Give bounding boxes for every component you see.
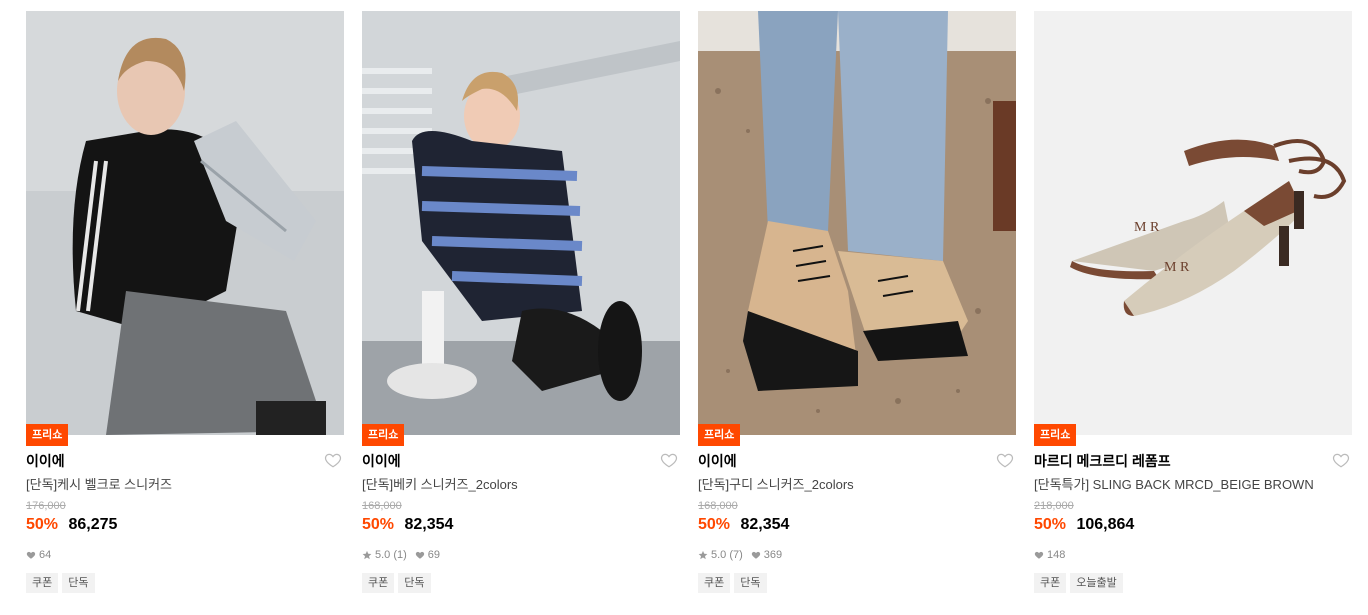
star-icon bbox=[362, 550, 372, 560]
heart-icon[interactable] bbox=[1332, 451, 1350, 469]
heart-icon[interactable] bbox=[324, 451, 342, 469]
star-icon bbox=[698, 550, 708, 560]
heart-filled-icon bbox=[26, 551, 36, 559]
sale-price: 106,864 bbox=[1076, 516, 1135, 533]
heart-filled-icon bbox=[415, 551, 424, 559]
freeshow-badge: 프리쇼 bbox=[26, 424, 69, 446]
product-title[interactable]: [단독]베키 스니커즈_2colors bbox=[362, 475, 680, 495]
original-price: 168,000 bbox=[698, 500, 738, 512]
tag-list: 쿠폰 오늘출발 bbox=[1034, 573, 1352, 593]
tag-list: 쿠폰 단독 bbox=[698, 573, 1016, 593]
likes-count: 148 bbox=[1047, 549, 1066, 561]
sale-price: 86,275 bbox=[68, 516, 118, 533]
heart-filled-icon bbox=[1034, 551, 1044, 559]
product-meta: 이이에 [단독]케시 벨크로 스니커즈 176,000 50% 86,275 6… bbox=[26, 435, 344, 593]
product-stats: 148 bbox=[1034, 547, 1352, 563]
svg-text:M R: M R bbox=[1134, 220, 1160, 235]
heart-icon[interactable] bbox=[660, 451, 678, 469]
discount-rate: 50% bbox=[26, 516, 59, 533]
likes-stat: 64 bbox=[26, 547, 51, 563]
sale-price: 82,354 bbox=[404, 516, 454, 533]
tag-coupon: 쿠폰 bbox=[26, 573, 59, 593]
product-title[interactable]: [단독]케시 벨크로 스니커즈 bbox=[26, 475, 344, 495]
likes-stat: 369 bbox=[751, 547, 782, 563]
rating-stat: 5.0 (7) bbox=[698, 547, 743, 563]
price-row: 50% 86,275 bbox=[26, 513, 344, 537]
product-stats: 64 bbox=[26, 547, 344, 563]
tag-coupon: 쿠폰 bbox=[362, 573, 395, 593]
product-card[interactable]: 프리쇼 이이에 [단독]케시 벨크로 스니커즈 176,000 50% 86,2… bbox=[26, 11, 344, 593]
product-image[interactable]: M R M R bbox=[1034, 11, 1352, 435]
freeshow-badge: 프리쇼 bbox=[362, 424, 405, 446]
product-meta: 이이에 [단독]베키 스니커즈_2colors 168,000 50% 82,3… bbox=[362, 435, 680, 593]
discount-rate: 50% bbox=[698, 516, 731, 533]
product-meta: 마르디 메크르디 레폼프 [단독특가] SLING BACK MRCD_BEIG… bbox=[1034, 435, 1352, 593]
heart-filled-icon bbox=[751, 551, 760, 559]
tag-today-ship: 오늘출발 bbox=[1070, 573, 1123, 593]
price-row: 50% 82,354 bbox=[698, 513, 1016, 537]
likes-stat: 69 bbox=[415, 547, 440, 563]
rating-value: 5.0 (1) bbox=[375, 549, 407, 561]
product-stats: 5.0 (7) 369 bbox=[698, 547, 1016, 563]
product-card[interactable]: 프리쇼 이이에 [단독]베키 스니커즈_2colors 168,000 50% … bbox=[362, 11, 680, 593]
product-title[interactable]: [단독]구디 스니커즈_2colors bbox=[698, 475, 1016, 495]
heart-icon[interactable] bbox=[996, 451, 1014, 469]
product-image[interactable] bbox=[698, 11, 1016, 435]
original-price: 176,000 bbox=[26, 500, 66, 512]
likes-count: 64 bbox=[39, 549, 52, 561]
discount-rate: 50% bbox=[1034, 516, 1067, 533]
tag-list: 쿠폰 단독 bbox=[26, 573, 344, 593]
product-image[interactable] bbox=[362, 11, 680, 435]
brand-name[interactable]: 마르디 메크르디 레폼프 bbox=[1034, 451, 1352, 471]
tag-exclusive: 단독 bbox=[398, 573, 431, 593]
product-title[interactable]: [단독특가] SLING BACK MRCD_BEIGE BROWN bbox=[1034, 475, 1352, 495]
likes-count: 369 bbox=[763, 549, 783, 561]
brand-name[interactable]: 이이에 bbox=[26, 451, 344, 471]
svg-text:M R: M R bbox=[1164, 260, 1190, 275]
brand-name[interactable]: 이이에 bbox=[362, 451, 680, 471]
tag-coupon: 쿠폰 bbox=[698, 573, 731, 593]
brand-name[interactable]: 이이에 bbox=[698, 451, 1016, 471]
product-meta: 이이에 [단독]구디 스니커즈_2colors 168,000 50% 82,3… bbox=[698, 435, 1016, 593]
product-card[interactable]: 프리쇼 이이에 [단독]구디 스니커즈_2colors 168,000 50% … bbox=[698, 11, 1016, 593]
price-row: 50% 82,354 bbox=[362, 513, 680, 537]
product-card[interactable]: M R M R 프리쇼 마르디 메크르디 레폼프 [단독특가] SLING BA… bbox=[1034, 11, 1352, 593]
sale-price: 82,354 bbox=[740, 516, 790, 533]
likes-count: 69 bbox=[427, 549, 441, 561]
discount-rate: 50% bbox=[362, 516, 395, 533]
product-image[interactable] bbox=[26, 11, 344, 435]
rating-value: 5.0 (7) bbox=[711, 549, 743, 561]
price-row: 50% 106,864 bbox=[1034, 513, 1352, 537]
freeshow-badge: 프리쇼 bbox=[1034, 424, 1077, 446]
tag-exclusive: 단독 bbox=[62, 573, 95, 593]
rating-stat: 5.0 (1) bbox=[362, 547, 407, 563]
tag-coupon: 쿠폰 bbox=[1034, 573, 1067, 593]
product-grid: 프리쇼 이이에 [단독]케시 벨크로 스니커즈 176,000 50% 86,2… bbox=[26, 11, 1352, 593]
tag-exclusive: 단독 bbox=[734, 573, 767, 593]
product-stats: 5.0 (1) 69 bbox=[362, 547, 680, 563]
likes-stat: 148 bbox=[1034, 547, 1065, 563]
tag-list: 쿠폰 단독 bbox=[362, 573, 680, 593]
original-price: 168,000 bbox=[362, 500, 402, 512]
original-price: 218,000 bbox=[1034, 500, 1074, 512]
freeshow-badge: 프리쇼 bbox=[698, 424, 741, 446]
